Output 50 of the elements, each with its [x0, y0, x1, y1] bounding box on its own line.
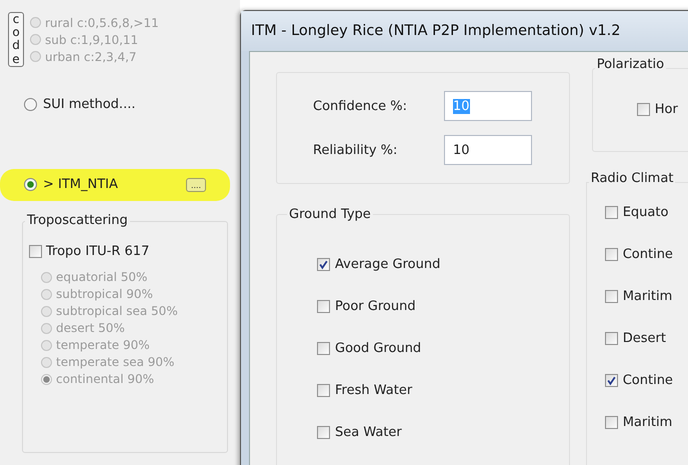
radio-label: subtropical 90% — [56, 287, 153, 302]
radio-label: urban c:2,3,4,7 — [45, 50, 137, 64]
checkbox-label: Fresh Water — [335, 382, 412, 398]
checkbox[interactable] — [604, 332, 618, 344]
settings-button[interactable]: .... — [186, 178, 206, 192]
window-title: ITM - Longley Rice (NTIA P2P Implementation) v1.2 — [251, 23, 620, 39]
code-label: code — [8, 12, 24, 67]
checkbox-label: Hor — [654, 102, 678, 116]
checkbox-label: Maritim — [622, 288, 672, 304]
checkbox[interactable] — [317, 384, 330, 396]
radio-label: temperate 90% — [56, 338, 150, 352]
checkbox[interactable] — [317, 426, 330, 438]
radio-label: equatorial 50% — [56, 270, 148, 284]
field-label: Confidence %: — [313, 98, 408, 114]
radio-button[interactable] — [24, 178, 37, 192]
checkbox[interactable] — [317, 300, 330, 312]
checkbox-label: Good Ground — [335, 340, 422, 356]
checkbox[interactable] — [604, 290, 618, 302]
checkbox-label: Average Ground — [335, 256, 440, 272]
checkbox[interactable] — [317, 342, 330, 354]
group-title: Troposcattering — [25, 212, 130, 228]
radio-label: rural c:0,5.6,8,>11 — [45, 16, 159, 30]
checkbox[interactable] — [29, 244, 42, 258]
group-title: Ground Type — [287, 207, 373, 222]
checkbox-label: Equato — [622, 204, 668, 220]
radio-label: desert 50% — [56, 321, 125, 336]
checkbox-label: Contine — [622, 372, 673, 388]
radio-label: subtropical sea 50% — [56, 304, 178, 318]
checkbox[interactable] — [636, 102, 650, 116]
checkbox[interactable] — [604, 374, 618, 386]
checkbox-label: Desert — [622, 330, 666, 346]
checkbox-label: Maritim — [622, 414, 672, 430]
checkbox[interactable] — [317, 258, 330, 270]
radio-label: sub c:1,9,10,11 — [45, 32, 138, 46]
radio-label: temperate sea 90% — [56, 355, 174, 370]
checkbox-label: Contine — [622, 246, 673, 262]
radio-label: > ITM_NTIA — [43, 177, 118, 192]
checkbox[interactable] — [604, 206, 618, 218]
checkbox[interactable] — [604, 248, 618, 260]
checkbox-label: Poor Ground — [335, 298, 416, 314]
checkbox[interactable] — [604, 416, 618, 428]
radio-label: continental 90% — [56, 372, 154, 386]
group-title: Polarizatio — [594, 57, 666, 72]
checkbox-label: Sea Water — [335, 424, 402, 440]
input-field[interactable]: 10 — [444, 135, 532, 165]
checkbox-label: Tropo ITU-R 617 — [46, 244, 150, 259]
group-title: Radio Climat — [588, 171, 676, 186]
radio-button[interactable] — [24, 98, 37, 112]
field-label: Reliability %: — [313, 142, 398, 158]
radio-label: SUI method.... — [43, 97, 136, 112]
